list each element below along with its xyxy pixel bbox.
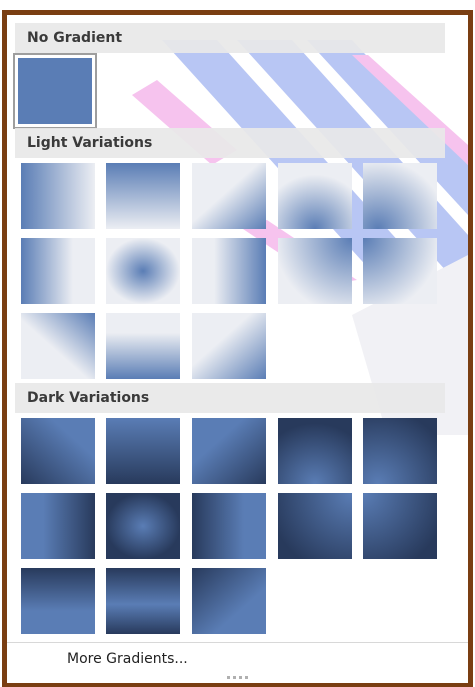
dark-gradient-swatch[interactable] xyxy=(278,493,352,559)
menu-divider xyxy=(7,642,468,643)
light-gradient-swatch[interactable] xyxy=(192,163,266,229)
more-gradients-menu-item[interactable]: More Gradients... xyxy=(63,645,192,673)
resize-grip-icon[interactable] xyxy=(227,676,248,679)
light-gradient-swatch[interactable] xyxy=(21,163,95,229)
light-gradient-swatch[interactable] xyxy=(192,238,266,304)
gradient-gallery-frame: No Gradient Light Variations Dark Variat… xyxy=(2,10,473,687)
dark-gradient-swatch[interactable] xyxy=(106,568,180,634)
light-gradient-swatch[interactable] xyxy=(106,313,180,379)
no-gradient-swatch[interactable] xyxy=(13,53,97,129)
light-gradient-swatch[interactable] xyxy=(192,313,266,379)
light-gradient-swatch[interactable] xyxy=(106,163,180,229)
dark-gradient-swatch[interactable] xyxy=(21,418,95,484)
light-variations-header: Light Variations xyxy=(15,128,445,158)
dark-gradient-swatch[interactable] xyxy=(363,493,437,559)
light-gradient-swatch[interactable] xyxy=(278,163,352,229)
dark-gradient-swatch[interactable] xyxy=(21,493,95,559)
light-gradient-swatch[interactable] xyxy=(363,163,437,229)
light-gradient-swatch[interactable] xyxy=(21,313,95,379)
no-gradient-header: No Gradient xyxy=(15,23,445,53)
dark-gradient-swatch[interactable] xyxy=(192,418,266,484)
dark-gradient-swatch[interactable] xyxy=(106,418,180,484)
light-gradient-swatch[interactable] xyxy=(278,238,352,304)
dark-gradient-swatch[interactable] xyxy=(192,568,266,634)
light-gradient-swatch[interactable] xyxy=(363,238,437,304)
dark-variations-header: Dark Variations xyxy=(15,383,445,413)
dark-gradient-swatch[interactable] xyxy=(106,493,180,559)
light-gradient-swatch[interactable] xyxy=(21,238,95,304)
gradient-panel: No Gradient Light Variations Dark Variat… xyxy=(7,15,468,683)
light-gradient-swatch[interactable] xyxy=(106,238,180,304)
dark-gradient-swatch[interactable] xyxy=(278,418,352,484)
dark-gradient-swatch[interactable] xyxy=(363,418,437,484)
dark-gradient-swatch[interactable] xyxy=(21,568,95,634)
dark-gradient-swatch[interactable] xyxy=(192,493,266,559)
